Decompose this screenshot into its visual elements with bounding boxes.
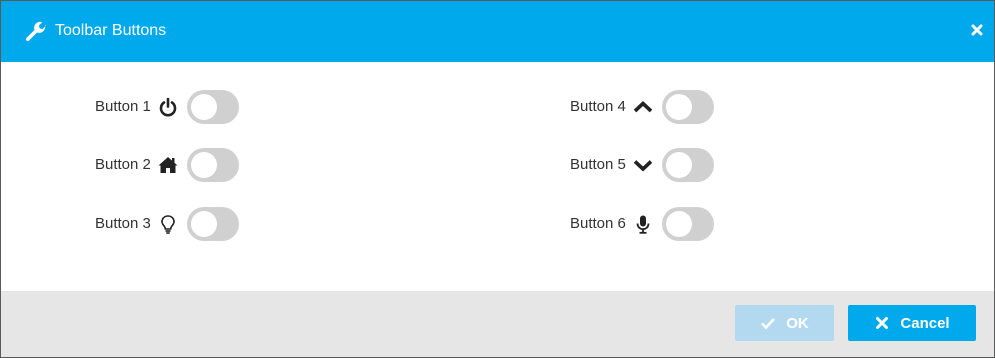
button-5-toggle[interactable]: [661, 148, 714, 182]
button-2-label: Button 2: [95, 156, 151, 173]
button-4-label: Button 4: [570, 98, 626, 115]
lightbulb-icon: [157, 213, 179, 235]
microphone-icon: [632, 213, 654, 235]
button-4-toggle[interactable]: [661, 90, 714, 124]
power-icon: [157, 96, 179, 118]
check-icon: [760, 315, 776, 331]
button-6-label: Button 6: [570, 215, 626, 232]
toggle-knob: [665, 211, 692, 237]
button-4-row: Button 4: [570, 87, 714, 127]
toggle-knob: [665, 94, 692, 120]
times-icon: [874, 315, 890, 331]
button-6-row: Button 6: [570, 204, 714, 244]
button-5-label: Button 5: [570, 156, 626, 173]
dialog-titlebar: Toolbar Buttons: [1, 1, 994, 62]
dialog-title: Toolbar Buttons: [55, 22, 167, 39]
toggle-knob: [190, 94, 217, 120]
button-1-row: Button 1: [95, 87, 239, 127]
dialog-content: Button 1 Button 2 Button 3 Button 4 Butt…: [1, 62, 994, 291]
ok-button[interactable]: OK: [735, 305, 834, 341]
toggle-knob: [190, 211, 217, 237]
cancel-button[interactable]: Cancel: [848, 305, 976, 341]
ok-label: OK: [786, 314, 809, 332]
toggle-knob: [190, 152, 217, 178]
button-3-label: Button 3: [95, 215, 151, 232]
button-3-toggle[interactable]: [186, 207, 239, 241]
chevron-down-icon: [632, 154, 654, 176]
button-1-label: Button 1: [95, 98, 151, 115]
close-icon[interactable]: [970, 23, 984, 37]
button-2-toggle[interactable]: [186, 148, 239, 182]
toggle-knob: [665, 152, 692, 178]
button-5-row: Button 5: [570, 145, 714, 185]
wrench-icon: [25, 20, 47, 42]
button-6-toggle[interactable]: [661, 207, 714, 241]
button-1-toggle[interactable]: [186, 90, 239, 124]
button-3-row: Button 3: [95, 204, 239, 244]
toolbar-buttons-dialog: Toolbar Buttons Button 1 Button 2 Button…: [0, 0, 995, 358]
button-2-row: Button 2: [95, 145, 239, 185]
home-icon: [157, 154, 179, 176]
dialog-footer: OK Cancel: [1, 291, 994, 357]
chevron-up-icon: [632, 96, 654, 118]
cancel-label: Cancel: [900, 314, 950, 332]
